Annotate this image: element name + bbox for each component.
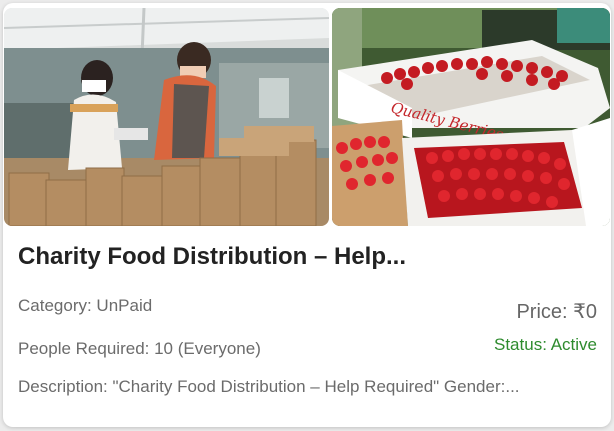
category-label: Category: UnPaid [18, 296, 153, 315]
status-label: Status: Active [494, 335, 597, 354]
description-text: Description: "Charity Food Distribution … [18, 377, 520, 396]
volunteers-photo[interactable] [4, 8, 329, 226]
strawberries-photo[interactable]: Quality Berries [332, 8, 610, 226]
image-gallery: Quality Berries [4, 8, 610, 226]
listing-title[interactable]: Charity Food Distribution – Help... [18, 243, 598, 271]
price-label: Price: ₹0 [516, 301, 597, 323]
listing-card[interactable]: Quality Berries Charity Food Distributio… [3, 3, 611, 427]
people-required-label: People Required: 10 (Everyone) [18, 339, 261, 358]
